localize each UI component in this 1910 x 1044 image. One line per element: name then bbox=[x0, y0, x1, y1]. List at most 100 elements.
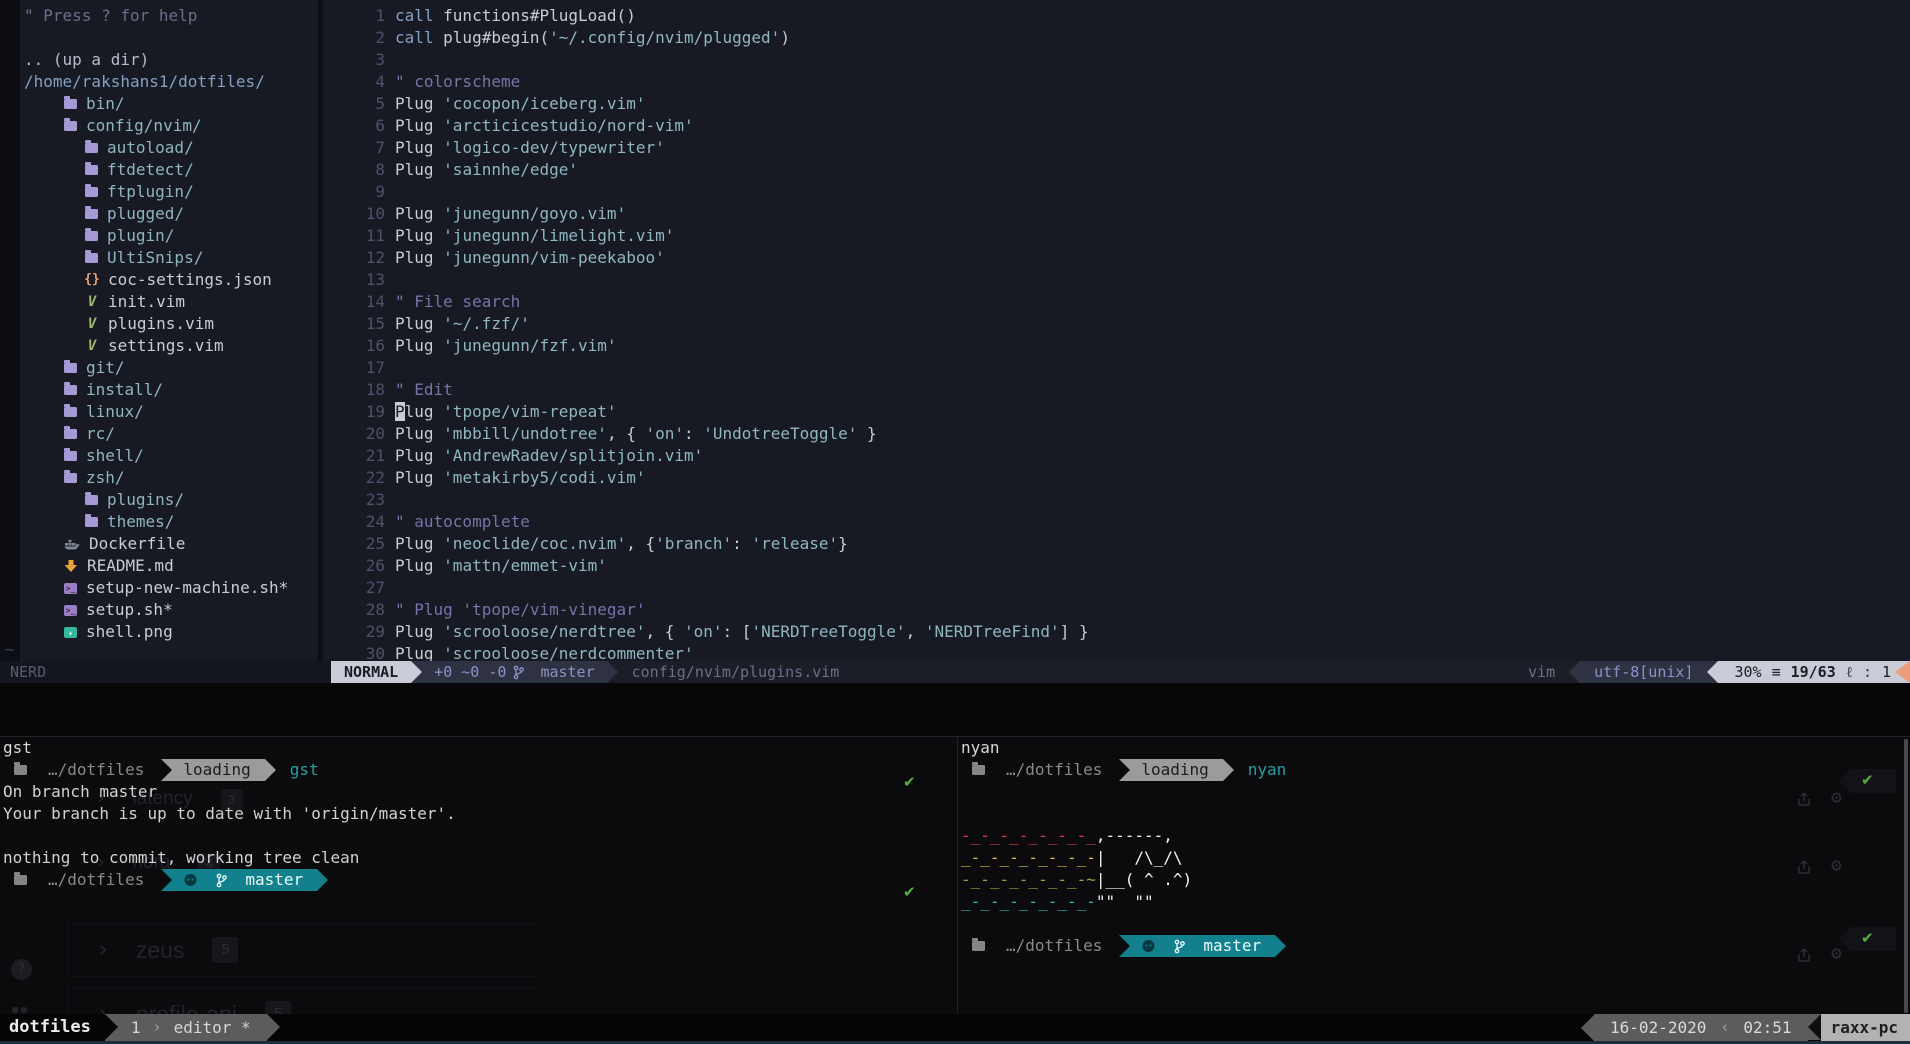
docker-icon bbox=[64, 538, 80, 550]
prompt-status-segment: loading bbox=[161, 759, 264, 781]
gear-icon[interactable] bbox=[1831, 855, 1842, 876]
tree-item[interactable]: autoload/ bbox=[0, 137, 318, 159]
code-text: Plug 'junegunn/fzf.vim' bbox=[385, 335, 617, 357]
tree-item[interactable]: Vplugins.vim bbox=[0, 313, 318, 335]
code-line[interactable]: 21Plug 'AndrewRadev/splitjoin.vim' bbox=[323, 445, 1910, 467]
rainbow-trail: _-_-_-_-_-_-_- bbox=[961, 891, 1096, 913]
tree-item[interactable]: linux/ bbox=[0, 401, 318, 423]
code-line[interactable]: 7Plug 'logico-dev/typewriter' bbox=[323, 137, 1910, 159]
line-number: 11 bbox=[323, 225, 385, 247]
code-line[interactable]: 11Plug 'junegunn/limelight.vim' bbox=[323, 225, 1910, 247]
code-line[interactable]: 15Plug '~/.fzf/' bbox=[323, 313, 1910, 335]
code-line[interactable]: 28" Plug 'tpope/vim-vinegar' bbox=[323, 599, 1910, 621]
code-line[interactable]: 27 bbox=[323, 577, 1910, 599]
tree-item[interactable]: >_setup-new-machine.sh* bbox=[0, 577, 318, 599]
line-number: 9 bbox=[323, 181, 385, 203]
code-line[interactable]: 25Plug 'neoclide/coc.nvim', {'branch': '… bbox=[323, 533, 1910, 555]
code-line[interactable]: 8Plug 'sainnhe/edge' bbox=[323, 159, 1910, 181]
code-text bbox=[385, 269, 395, 291]
code-text: " File search bbox=[385, 291, 520, 313]
mode-indicator: NORMAL bbox=[331, 661, 411, 683]
code-text: " Edit bbox=[385, 379, 453, 401]
terminal-output-line bbox=[0, 825, 957, 847]
code-line[interactable]: 2call plug#begin('~/.config/nvim/plugged… bbox=[323, 27, 1910, 49]
share-icon[interactable] bbox=[1796, 791, 1812, 808]
tree-item[interactable]: ftdetect/ bbox=[0, 159, 318, 181]
tree-item[interactable]: ▴shell.png bbox=[0, 621, 318, 643]
terminal-pane-right[interactable]: nyan …/dotfiles loading nyan -_-_-_-_-_-… bbox=[957, 737, 1910, 1015]
code-line[interactable]: 12Plug 'junegunn/vim-peekaboo' bbox=[323, 247, 1910, 269]
tree-item[interactable]: README.md bbox=[0, 555, 318, 577]
share-icon[interactable] bbox=[1796, 859, 1812, 876]
line-number: 12 bbox=[323, 247, 385, 269]
tree-item[interactable]: shell/ bbox=[0, 445, 318, 467]
code-line[interactable]: 14" File search bbox=[323, 291, 1910, 313]
code-text: Plug 'sainnhe/edge' bbox=[385, 159, 578, 181]
tree-item[interactable]: Vinit.vim bbox=[0, 291, 318, 313]
code-line[interactable]: 26Plug 'mattn/emmet-vim' bbox=[323, 555, 1910, 577]
tree-item[interactable]: {}coc-settings.json bbox=[0, 269, 318, 291]
tree-item[interactable]: >_setup.sh* bbox=[0, 599, 318, 621]
tree-item[interactable]: rc/ bbox=[0, 423, 318, 445]
code-line[interactable]: 16Plug 'junegunn/fzf.vim' bbox=[323, 335, 1910, 357]
github-icon bbox=[1141, 939, 1156, 953]
tree-item-label: plugin/ bbox=[107, 225, 174, 247]
tree-item[interactable]: zsh/ bbox=[0, 467, 318, 489]
line-number: 22 bbox=[323, 467, 385, 489]
code-line[interactable]: 4" colorscheme bbox=[323, 71, 1910, 93]
share-icon[interactable] bbox=[1796, 947, 1812, 964]
tree-item[interactable]: plugged/ bbox=[0, 203, 318, 225]
code-line[interactable]: 10Plug 'junegunn/goyo.vim' bbox=[323, 203, 1910, 225]
code-line[interactable]: 6Plug 'arcticicestudio/nord-vim' bbox=[323, 115, 1910, 137]
line-number: 27 bbox=[323, 577, 385, 599]
code-line[interactable]: 13 bbox=[323, 269, 1910, 291]
code-line[interactable]: 24" autocomplete bbox=[323, 511, 1910, 533]
terminal-pane-left[interactable]: ›latency3 ›hora4 ›zeus5 ›profile-api5 ? … bbox=[0, 737, 957, 1015]
line-number: 25 bbox=[323, 533, 385, 555]
gear-icon[interactable] bbox=[1831, 943, 1842, 964]
folder-icon bbox=[85, 165, 98, 175]
empty-line-marker: ~ bbox=[5, 640, 15, 659]
code-line[interactable]: 9 bbox=[323, 181, 1910, 203]
tree-item[interactable]: Vsettings.vim bbox=[0, 335, 318, 357]
tree-item-label: linux/ bbox=[86, 401, 144, 423]
code-text: Plug 'cocopon/iceberg.vim' bbox=[385, 93, 645, 115]
code-line[interactable]: 17 bbox=[323, 357, 1910, 379]
tree-item[interactable]: UltiSnips/ bbox=[0, 247, 318, 269]
code-line[interactable]: 18" Edit bbox=[323, 379, 1910, 401]
code-line[interactable]: 22Plug 'metakirby5/codi.vim' bbox=[323, 467, 1910, 489]
tree-item[interactable]: ftplugin/ bbox=[0, 181, 318, 203]
code-line[interactable]: 20Plug 'mbbill/undotree', { 'on': 'Undot… bbox=[323, 423, 1910, 445]
shell-prompt: …/dotfiles master bbox=[958, 935, 1910, 957]
tree-item[interactable]: themes/ bbox=[0, 511, 318, 533]
nerdtree-root-path[interactable]: /home/rakshans1/dotfiles/ bbox=[0, 71, 318, 93]
vim-window[interactable]: " Press ? for help .. (up a dir) /home/r… bbox=[0, 0, 1910, 683]
tree-item[interactable]: config/nvim/ bbox=[0, 115, 318, 137]
code-line[interactable]: 23 bbox=[323, 489, 1910, 511]
tree-item[interactable]: Dockerfile bbox=[0, 533, 318, 555]
code-line[interactable]: 19Plug 'tpope/vim-repeat' bbox=[323, 401, 1910, 423]
nerdtree-panel[interactable]: " Press ? for help .. (up a dir) /home/r… bbox=[0, 0, 318, 666]
tree-item[interactable]: install/ bbox=[0, 379, 318, 401]
tree-item[interactable]: plugin/ bbox=[0, 225, 318, 247]
line-glyph: ℓ bbox=[1846, 661, 1853, 683]
line-number: 24 bbox=[323, 511, 385, 533]
tmux-hostname: raxx-pc bbox=[1821, 1014, 1910, 1041]
gear-icon[interactable] bbox=[1831, 787, 1842, 808]
tree-item[interactable]: plugins/ bbox=[0, 489, 318, 511]
folder-icon bbox=[64, 451, 77, 461]
tmux-window-tab[interactable]: 1 › editor * bbox=[105, 1014, 267, 1041]
code-text: Plug 'junegunn/limelight.vim' bbox=[385, 225, 674, 247]
rainbow-trail: -_-_-_-_-_-_-_ bbox=[961, 825, 1096, 847]
nerdtree-up-dir[interactable]: .. (up a dir) bbox=[0, 49, 318, 71]
code-text: Plug 'junegunn/goyo.vim' bbox=[385, 203, 626, 225]
editor-buffer[interactable]: 1call functions#PlugLoad()2call plug#beg… bbox=[323, 0, 1910, 666]
code-line[interactable]: 5Plug 'cocopon/iceberg.vim' bbox=[323, 93, 1910, 115]
code-line[interactable]: 29Plug 'scrooloose/nerdtree', { 'on': ['… bbox=[323, 621, 1910, 643]
line-number: 7 bbox=[323, 137, 385, 159]
code-line[interactable]: 3 bbox=[323, 49, 1910, 71]
code-text: Plug 'mattn/emmet-vim' bbox=[385, 555, 607, 577]
code-line[interactable]: 1call functions#PlugLoad() bbox=[323, 5, 1910, 27]
tree-item[interactable]: git/ bbox=[0, 357, 318, 379]
tree-item[interactable]: bin/ bbox=[0, 93, 318, 115]
